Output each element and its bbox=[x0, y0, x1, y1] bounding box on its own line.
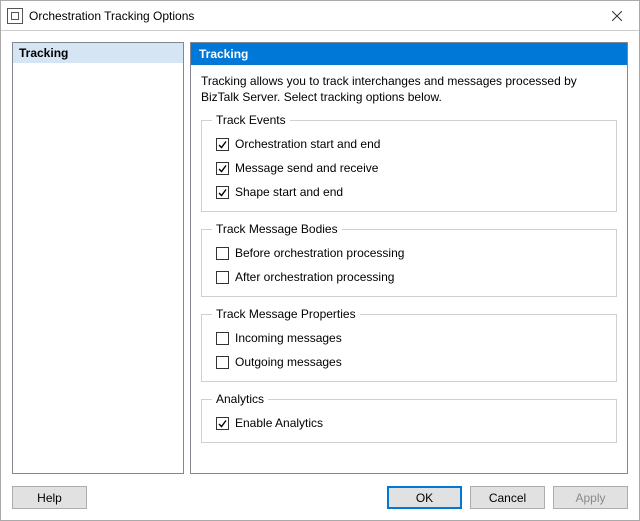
panel-body: Tracking allows you to track interchange… bbox=[191, 65, 627, 463]
checkbox-label: Message send and receive bbox=[235, 161, 378, 175]
checkbox-before-processing[interactable] bbox=[216, 247, 229, 260]
checkbox-outgoing-messages[interactable] bbox=[216, 356, 229, 369]
checkbox-incoming-messages[interactable] bbox=[216, 332, 229, 345]
checkbox-row: Shape start and end bbox=[216, 185, 606, 199]
checkbox-label: Enable Analytics bbox=[235, 416, 323, 430]
checkbox-row: Enable Analytics bbox=[216, 416, 606, 430]
checkbox-after-processing[interactable] bbox=[216, 271, 229, 284]
checkbox-label: After orchestration processing bbox=[235, 270, 394, 284]
dialog-body: Tracking Tracking Tracking allows you to… bbox=[1, 31, 639, 480]
group-legend: Track Message Properties bbox=[212, 307, 360, 321]
checkbox-row: Before orchestration processing bbox=[216, 246, 606, 260]
cancel-button[interactable]: Cancel bbox=[470, 486, 545, 509]
dialog-window: Orchestration Tracking Options Tracking … bbox=[0, 0, 640, 521]
group-track-message-properties: Track Message Properties Incoming messag… bbox=[201, 307, 617, 382]
checkbox-row: Message send and receive bbox=[216, 161, 606, 175]
check-icon bbox=[217, 163, 228, 174]
sidebar-item-tracking[interactable]: Tracking bbox=[13, 43, 183, 63]
checkbox-row: Outgoing messages bbox=[216, 355, 606, 369]
checkbox-enable-analytics[interactable] bbox=[216, 417, 229, 430]
close-icon bbox=[612, 11, 622, 21]
apply-button[interactable]: Apply bbox=[553, 486, 628, 509]
group-legend: Track Message Bodies bbox=[212, 222, 342, 236]
group-legend: Analytics bbox=[212, 392, 268, 406]
checkbox-label: Incoming messages bbox=[235, 331, 342, 345]
group-analytics: Analytics Enable Analytics bbox=[201, 392, 617, 443]
group-legend: Track Events bbox=[212, 113, 290, 127]
button-bar: Help OK Cancel Apply bbox=[1, 480, 639, 520]
titlebar: Orchestration Tracking Options bbox=[1, 1, 639, 31]
checkbox-orch-start-end[interactable] bbox=[216, 138, 229, 151]
close-button[interactable] bbox=[594, 1, 639, 30]
checkbox-label: Shape start and end bbox=[235, 185, 343, 199]
group-track-message-bodies: Track Message Bodies Before orchestratio… bbox=[201, 222, 617, 297]
category-sidebar: Tracking bbox=[12, 42, 184, 474]
panel-header: Tracking bbox=[191, 43, 627, 65]
sidebar-item-label: Tracking bbox=[19, 46, 68, 60]
checkbox-label: Before orchestration processing bbox=[235, 246, 404, 260]
checkbox-msg-send-receive[interactable] bbox=[216, 162, 229, 175]
main-panel: Tracking Tracking allows you to track in… bbox=[190, 42, 628, 474]
ok-button[interactable]: OK bbox=[387, 486, 462, 509]
checkbox-label: Outgoing messages bbox=[235, 355, 342, 369]
checkbox-shape-start-end[interactable] bbox=[216, 186, 229, 199]
help-button[interactable]: Help bbox=[12, 486, 87, 509]
check-icon bbox=[217, 139, 228, 150]
check-icon bbox=[217, 418, 228, 429]
app-icon bbox=[7, 8, 23, 24]
panel-description: Tracking allows you to track interchange… bbox=[201, 73, 617, 105]
checkbox-row: After orchestration processing bbox=[216, 270, 606, 284]
checkbox-row: Orchestration start and end bbox=[216, 137, 606, 151]
checkbox-label: Orchestration start and end bbox=[235, 137, 380, 151]
check-icon bbox=[217, 187, 228, 198]
checkbox-row: Incoming messages bbox=[216, 331, 606, 345]
window-title: Orchestration Tracking Options bbox=[29, 9, 594, 23]
group-track-events: Track Events Orchestration start and end… bbox=[201, 113, 617, 212]
